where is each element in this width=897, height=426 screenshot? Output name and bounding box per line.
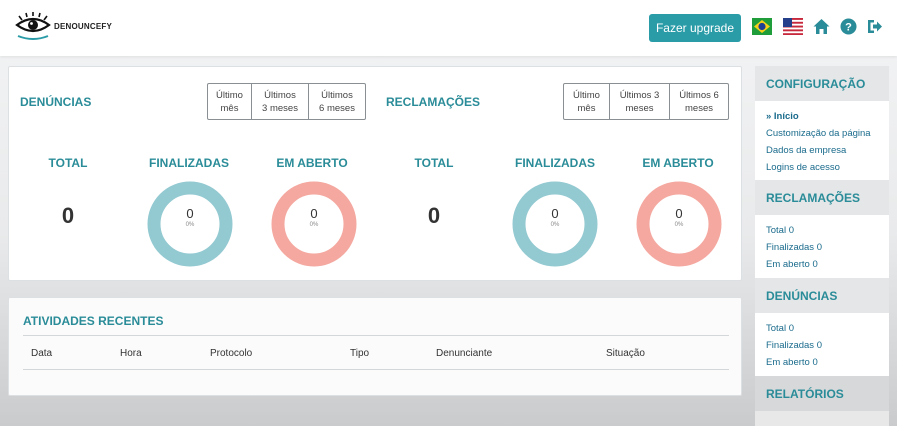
right-sidebar: CONFIGURAÇÃO » Início Customização da pá… (755, 66, 889, 426)
reclamacoes-period-6m[interactable]: Últimos 6 meses (670, 84, 728, 119)
sidebar-relatorios-body (755, 411, 889, 426)
reclamacoes-finalizadas-donut: 0 0% (512, 181, 598, 267)
denuncias-em-aberto-label: EM ABERTO (276, 156, 348, 170)
donut-value: 0 (675, 206, 683, 221)
donut-value: 0 (186, 206, 194, 221)
brand-name: DENOUNCEFY (54, 22, 113, 31)
sidebar-item-denuncias-finalizadas[interactable]: Finalizadas 0 (766, 340, 822, 351)
logout-icon[interactable] (866, 18, 883, 35)
denuncias-em-aberto-donut: 0 0% (271, 181, 357, 267)
donut-percent: 0% (309, 222, 319, 228)
reclamacoes-total-label: TOTAL (414, 156, 454, 170)
denuncias-total-value: 0 (61, 203, 75, 228)
stats-card: DENÚNCIAS Último mês Últimos 3 meses Últim… (8, 66, 742, 281)
home-icon[interactable] (813, 18, 830, 35)
sidebar-item-denuncias-total[interactable]: Total 0 (766, 323, 794, 334)
denuncias-period-3m[interactable]: Últimos 3 meses (252, 84, 309, 119)
donut-percent: 0% (185, 222, 195, 228)
sidebar-reclamacoes-body: Total 0 Finalizadas 0 Em aberto 0 (755, 215, 889, 278)
sidebar-item-reclamacoes-em-aberto[interactable]: Em aberto 0 (766, 259, 818, 270)
denuncias-period-6m[interactable]: Últimos 6 meses (309, 84, 365, 119)
denuncias-finalizadas-donut: 0 0% (147, 181, 233, 267)
donut-value: 0 (310, 206, 318, 221)
column-header-data: Data (31, 348, 53, 359)
reclamacoes-finalizadas-label: FINALIZADAS (515, 156, 595, 170)
sidebar-denuncias-body: Total 0 Finalizadas 0 Em aberto 0 (755, 313, 889, 376)
sidebar-item-inicio[interactable]: » Início (766, 111, 799, 122)
brazil-flag-icon[interactable] (752, 18, 772, 35)
column-header-denunciante: Denunciante (436, 348, 493, 359)
reclamacoes-title: RECLAMAÇÕES (386, 95, 481, 109)
denuncias-total-label: TOTAL (48, 156, 88, 170)
reclamacoes-em-aberto-donut: 0 0% (636, 181, 722, 267)
donut-percent: 0% (550, 222, 560, 228)
sidebar-item-customizacao[interactable]: Customização da página (766, 128, 871, 139)
usa-flag-icon[interactable] (783, 18, 803, 35)
sidebar-item-denuncias-em-aberto[interactable]: Em aberto 0 (766, 357, 818, 368)
reclamacoes-period-1m[interactable]: Último mês (564, 84, 610, 119)
sidebar-configuracao-header: CONFIGURAÇÃO (755, 66, 889, 101)
sidebar-relatorios-header: RELATÓRIOS (755, 376, 889, 411)
reclamacoes-total-value: 0 (427, 203, 441, 228)
column-header-protocolo: Protocolo (210, 348, 253, 359)
denuncias-period-selector: Último mês Últimos 3 meses Últimos 6 meses (207, 83, 366, 120)
divider (23, 335, 729, 336)
divider (23, 369, 729, 370)
top-header: DENOUNCEFY Fazer upgrade ? (0, 0, 897, 56)
reclamacoes-period-selector: Último mês Últimos 3 meses Últimos 6 meses (563, 83, 729, 120)
column-header-tipo: Tipo (350, 348, 370, 359)
recent-activities-card: ATIVIDADES RECENTES Data Hora Protocolo … (8, 297, 742, 396)
sidebar-item-dados-empresa[interactable]: Dados da empresa (766, 145, 846, 156)
reclamacoes-em-aberto-label: EM ABERTO (642, 156, 714, 170)
sidebar-denuncias-header: DENÚNCIAS (755, 278, 889, 313)
column-header-hora: Hora (120, 348, 142, 359)
sidebar-configuracao-body: » Início Customização da página Dados da… (755, 101, 889, 180)
donut-value: 0 (551, 206, 559, 221)
column-header-situacao: Situação (606, 348, 645, 359)
sidebar-item-reclamacoes-finalizadas[interactable]: Finalizadas 0 (766, 242, 822, 253)
sidebar-item-reclamacoes-total[interactable]: Total 0 (766, 225, 794, 236)
reclamacoes-period-3m[interactable]: Últimos 3 meses (610, 84, 670, 119)
upgrade-button[interactable]: Fazer upgrade (649, 14, 741, 42)
sidebar-item-logins[interactable]: Logins de acesso (766, 162, 840, 173)
sidebar-reclamacoes-header: RECLAMAÇÕES (755, 180, 889, 215)
denuncias-title: DENÚNCIAS (20, 95, 92, 109)
help-icon[interactable]: ? (840, 18, 857, 35)
brand-logo[interactable]: DENOUNCEFY (14, 12, 124, 42)
svg-text:?: ? (845, 22, 852, 34)
eye-logo-icon (15, 12, 51, 40)
denuncias-finalizadas-label: FINALIZADAS (149, 156, 229, 170)
denuncias-period-1m[interactable]: Último mês (208, 84, 252, 119)
recent-activities-title: ATIVIDADES RECENTES (23, 314, 164, 328)
donut-percent: 0% (674, 222, 684, 228)
